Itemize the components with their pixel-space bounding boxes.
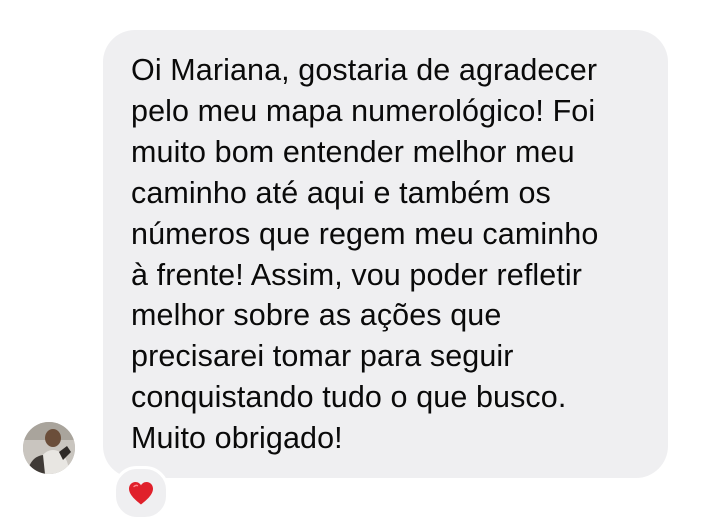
message-line: caminho até aqui e também os <box>131 175 551 210</box>
message-line: precisarei tomar para seguir <box>131 339 514 374</box>
avatar[interactable] <box>23 422 75 474</box>
message-line: conquistando tudo o que busco. <box>131 380 567 415</box>
heart-icon <box>129 482 153 505</box>
message-line: muito bom entender melhor meu <box>131 134 575 169</box>
reaction-badge[interactable] <box>113 466 169 520</box>
message-line: Muito obrigado! <box>131 421 343 456</box>
chat-thread: Oi Mariana, gostaria de agradecer pelo m… <box>0 0 712 524</box>
message-line: melhor sobre as ações que <box>131 298 502 333</box>
message-line: à frente! Assim, vou poder refletir <box>131 257 583 292</box>
message-bubble[interactable]: Oi Mariana, gostaria de agradecer pelo m… <box>103 30 668 478</box>
avatar-photo <box>23 422 75 474</box>
message-line: pelo meu mapa numerológico! Foi <box>131 93 596 128</box>
message-line: números que regem meu caminho <box>131 216 599 251</box>
message-line: Oi Mariana, gostaria de agradecer <box>131 53 598 87</box>
